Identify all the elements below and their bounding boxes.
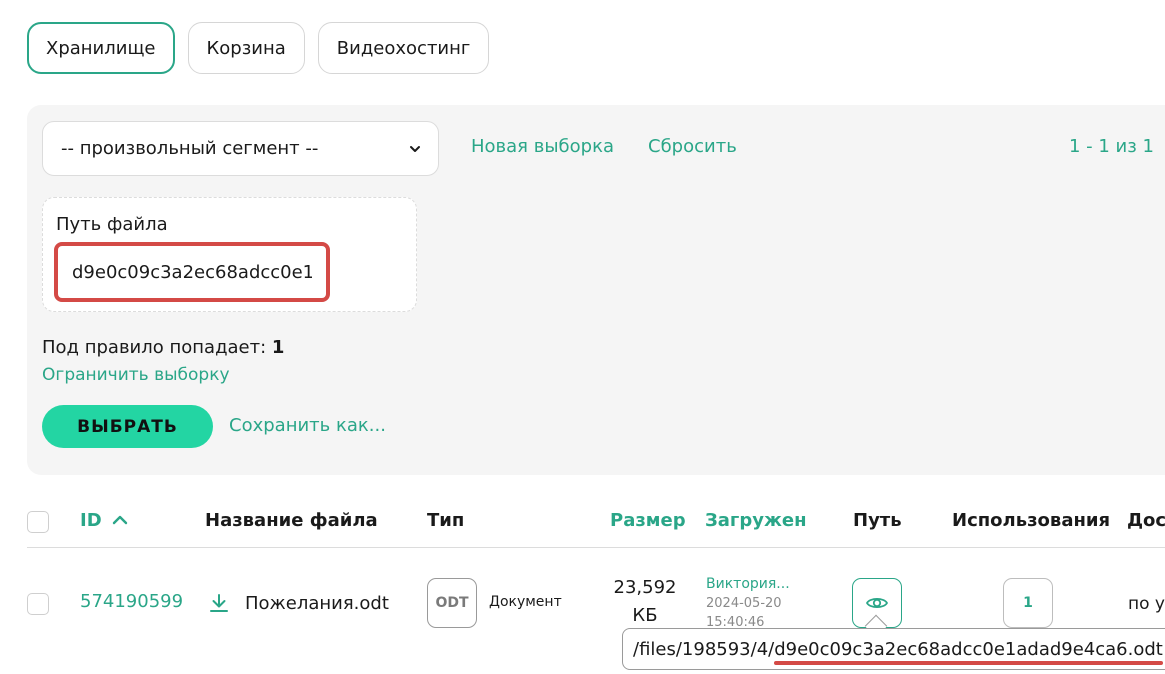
tab-video-hosting[interactable]: Видеохостинг xyxy=(317,22,490,74)
tooltip-path-prefix: /files/198593/4/ xyxy=(633,638,775,660)
pagination-info: 1 - 1 из 1 xyxy=(1068,136,1154,157)
usages-count-button[interactable]: 1 xyxy=(1003,578,1053,628)
column-access-header: Дос xyxy=(1127,510,1165,531)
filter-panel: -- произвольный сегмент -- Новая выборка… xyxy=(27,105,1165,475)
new-selection-link[interactable]: Новая выборка xyxy=(471,136,614,157)
tooltip-path-filename: d9e0c09c3a2ec68adcc0e1adad9e4ca6.odt xyxy=(774,638,1163,665)
limit-selection-link[interactable]: Ограничить выборку xyxy=(42,365,230,385)
file-name: Пожелания.odt xyxy=(245,592,389,614)
file-size-unit: КБ xyxy=(632,605,658,626)
column-path-header: Путь xyxy=(853,510,902,531)
column-type-header[interactable]: Тип xyxy=(427,510,464,531)
sort-ascending-icon xyxy=(112,515,128,525)
column-name-header[interactable]: Название файла xyxy=(205,510,378,531)
access-value: по у xyxy=(1128,594,1165,614)
file-size-value: 23,592 xyxy=(613,577,677,598)
file-type-icon: ODT xyxy=(427,578,477,628)
table-header: ID Название файла Тип Размер Загружен Пу… xyxy=(27,495,1165,548)
storage-tabs: Хранилище Корзина Видеохостинг xyxy=(27,22,490,74)
column-uses-header: Использования xyxy=(952,510,1111,531)
uploader-link[interactable]: Виктория... xyxy=(706,575,790,594)
eye-icon xyxy=(865,597,889,609)
match-count: Под правило попадает: 1 xyxy=(42,337,284,358)
download-icon[interactable] xyxy=(207,591,231,615)
upload-date: 2024-05-20 xyxy=(706,596,782,611)
segment-select-value: -- произвольный сегмент -- xyxy=(61,138,319,159)
reset-link[interactable]: Сбросить xyxy=(648,136,737,157)
column-size-header[interactable]: Размер xyxy=(610,510,686,531)
match-count-value: 1 xyxy=(271,337,285,358)
file-path-filter: Путь файла xyxy=(42,197,417,312)
file-id-link[interactable]: 574190599 xyxy=(80,591,183,612)
tab-storage[interactable]: Хранилище xyxy=(27,22,175,74)
uploaded-info: Виктория... 2024-05-20 15:40:46 xyxy=(706,575,790,632)
select-button[interactable]: ВЫБРАТЬ xyxy=(42,405,213,448)
match-label: Под правило попадает: xyxy=(42,337,267,358)
file-path-label: Путь файла xyxy=(56,214,168,235)
path-tooltip: /files/198593/4/d9e0c09c3a2ec68adcc0e1ad… xyxy=(622,628,1165,670)
chevron-down-icon xyxy=(410,146,420,152)
select-all-checkbox[interactable] xyxy=(27,511,49,533)
tab-trash[interactable]: Корзина xyxy=(187,22,305,74)
segment-select[interactable]: -- произвольный сегмент -- xyxy=(42,121,439,176)
file-size: 23,592 КБ xyxy=(612,574,678,630)
file-name-cell[interactable]: Пожелания.odt xyxy=(207,591,389,615)
save-as-link[interactable]: Сохранить как... xyxy=(229,415,386,436)
file-type-label: Документ xyxy=(489,594,562,610)
column-id-label: ID xyxy=(80,510,102,531)
column-id-header[interactable]: ID xyxy=(80,510,128,531)
row-checkbox[interactable] xyxy=(27,593,49,615)
column-uploaded-header[interactable]: Загружен xyxy=(705,510,807,531)
file-path-input[interactable] xyxy=(54,242,330,302)
